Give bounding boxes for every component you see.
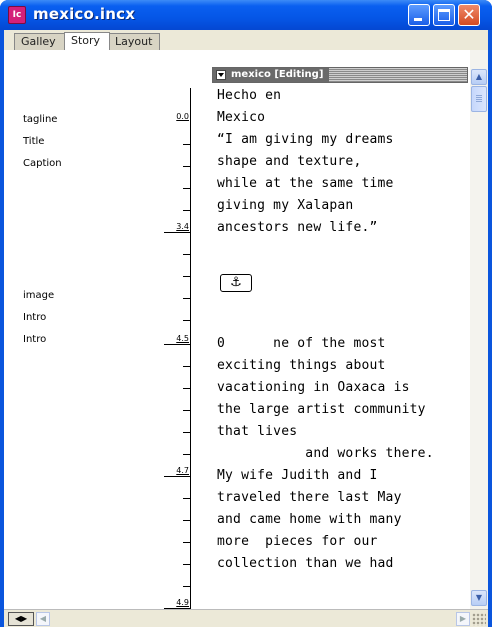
story-line[interactable]: exciting things about (217, 358, 386, 373)
story-line[interactable]: Mexico (217, 110, 265, 125)
story-line[interactable]: collection than we had (217, 556, 394, 571)
minimize-icon (414, 18, 422, 21)
line-tick (183, 388, 191, 389)
title-bar[interactable]: Ic mexico.incx ✕ (0, 0, 492, 30)
story-line[interactable]: more pieces for our (217, 534, 378, 549)
depth-line (164, 344, 191, 345)
line-tick (183, 498, 191, 499)
view-tabs: Galley Story Layout (4, 30, 488, 50)
story-line[interactable]: giving my Xalapan (217, 198, 353, 213)
depth-marker: 4.5 (176, 334, 189, 343)
info-column: tagline Title Caption image Intro Intro … (4, 50, 204, 622)
line-tick (183, 366, 191, 367)
bottom-bar: ◀▶ ◀ ▶ (4, 609, 488, 627)
depth-line (164, 232, 191, 233)
story-line[interactable]: and works there. (217, 446, 434, 461)
style-label: tagline (23, 114, 58, 125)
line-tick (183, 586, 191, 587)
window-title: mexico.incx (33, 5, 136, 23)
style-label: image (23, 290, 55, 301)
story-header-label[interactable]: mexico [Editing] (213, 68, 330, 82)
line-tick (183, 276, 191, 277)
tab-galley[interactable]: Galley (14, 33, 66, 50)
story-line[interactable]: the large artist community (217, 402, 426, 417)
tab-story[interactable]: Story (64, 32, 110, 50)
close-button[interactable]: ✕ (458, 4, 480, 26)
line-tick (183, 410, 191, 411)
depth-line (164, 476, 191, 477)
tab-layout[interactable]: Layout (108, 33, 160, 50)
line-tick (183, 432, 191, 433)
story-line[interactable]: Hecho en (217, 88, 281, 103)
scroll-right-button[interactable]: ▶ (456, 612, 470, 626)
app-window: Ic mexico.incx ✕ Galley Story Layout tag… (0, 0, 492, 627)
style-label: Intro (23, 334, 47, 345)
depth-marker: 4.9 (176, 598, 189, 607)
scroll-thumb[interactable] (471, 86, 487, 112)
story-line[interactable]: My wife Judith and I (217, 468, 378, 483)
scroll-up-button[interactable]: ▲ (471, 69, 487, 85)
story-line[interactable]: while at the same time (217, 176, 394, 191)
line-tick (183, 520, 191, 521)
line-tick (183, 564, 191, 565)
scroll-left-button[interactable]: ◀ (36, 612, 50, 626)
story-line[interactable]: that lives (217, 424, 297, 439)
style-label: Intro (23, 312, 47, 323)
story-line[interactable]: 0 ne of the most (217, 336, 386, 351)
line-tick (183, 254, 191, 255)
story-text-area[interactable]: mexico [Editing] Hecho en Mexico “I am g… (204, 50, 470, 609)
depth-marker: 0.0 (176, 112, 189, 121)
depth-marker: 3.4 (176, 222, 189, 231)
line-tick (183, 188, 191, 189)
resize-grip[interactable] (472, 613, 486, 626)
line-tick (183, 166, 191, 167)
maximize-icon (438, 9, 450, 21)
line-tick (183, 144, 191, 145)
story-line[interactable]: and came home with many (217, 512, 402, 527)
minimize-button[interactable] (408, 4, 430, 26)
story-line[interactable]: vacationing in Oaxaca is (217, 380, 410, 395)
story-line[interactable]: ancestors new life.” (217, 220, 378, 235)
line-tick (183, 320, 191, 321)
line-tick (183, 454, 191, 455)
line-tick (183, 210, 191, 211)
depth-marker: 4.7 (176, 466, 189, 475)
story-title: mexico [Editing] (231, 69, 324, 80)
story-line[interactable]: traveled there last May (217, 490, 402, 505)
story-line[interactable]: shape and texture, (217, 154, 361, 169)
style-label: Title (23, 136, 45, 147)
style-label: Caption (23, 158, 62, 169)
scroll-down-button[interactable]: ▼ (471, 590, 487, 606)
story-line[interactable]: “I am giving my dreams (217, 132, 394, 147)
anchored-object-icon[interactable]: ⚓ (220, 274, 252, 292)
collapse-triangle-icon[interactable] (216, 70, 226, 80)
split-column-icon[interactable]: ◀▶ (8, 612, 34, 626)
incopy-app-icon[interactable]: Ic (8, 6, 26, 24)
story-header[interactable]: mexico [Editing] (212, 67, 468, 83)
vertical-scrollbar[interactable]: ▲ ▼ (470, 50, 488, 609)
window-client-area: Galley Story Layout tagline Title Captio… (4, 30, 488, 627)
line-tick (183, 298, 191, 299)
close-icon: ✕ (462, 5, 476, 24)
line-tick (183, 542, 191, 543)
maximize-button[interactable] (433, 4, 455, 26)
